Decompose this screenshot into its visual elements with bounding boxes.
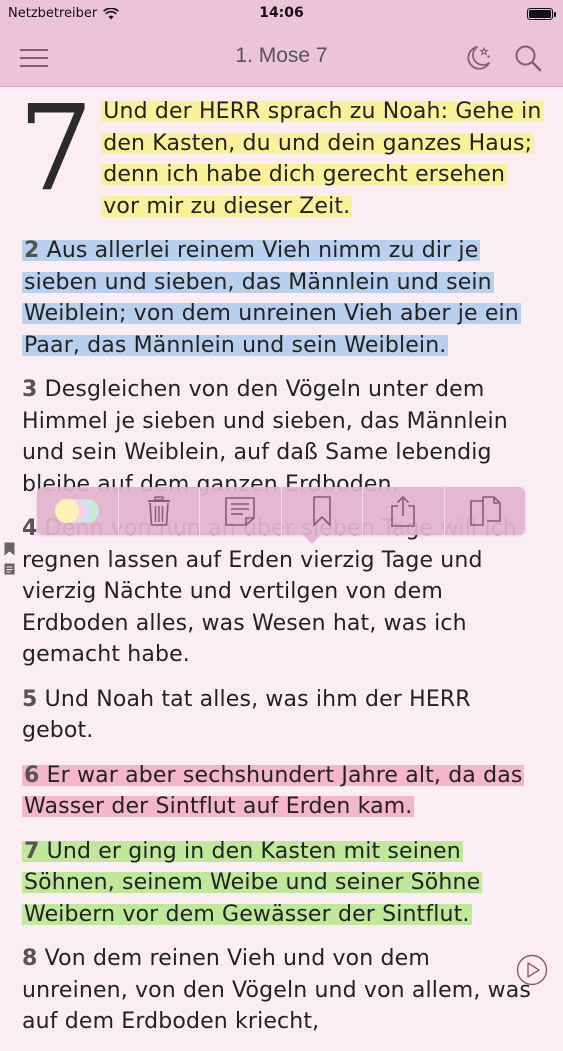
verse-number: 7 — [24, 838, 40, 864]
note-icon — [225, 497, 256, 526]
verse-text: Er war aber sechshundert Jahre alt, da d… — [24, 762, 523, 820]
note-button[interactable] — [200, 487, 282, 535]
verse-text: Denn von nun an über sieben Tage will ic… — [22, 516, 517, 667]
delete-button[interactable] — [119, 487, 200, 535]
copy-button[interactable] — [445, 487, 526, 535]
clock: 14:06 — [259, 5, 304, 21]
verse-5[interactable]: 5 Und Noah tat alles, was ihm der HERR g… — [22, 684, 542, 747]
verse-number: 5 — [22, 686, 38, 712]
bookmark-icon — [312, 496, 331, 526]
color-picker-button[interactable] — [37, 487, 119, 535]
chapter-text: 7 Und der HERR sprach zu Noah: Gehe in d… — [18, 89, 544, 1051]
verse-8[interactable]: 8 Von dem reinen Vieh und von dem unrein… — [22, 943, 542, 1038]
chapter-number-dropcap: 7 — [18, 79, 94, 217]
share-icon — [391, 495, 416, 527]
verse-text: Und er ging in den Kasten mit seinen Söh… — [24, 838, 481, 927]
verse-text: Von dem reinen Vieh und von dem unreinen… — [22, 946, 532, 1034]
bookmark-marker-icon[interactable] — [4, 542, 15, 556]
verse-3[interactable]: 3 Desgleichen von den Vögeln unter dem H… — [22, 374, 542, 500]
status-bar: Netzbetreiber 14:06 — [0, 0, 563, 28]
verse-number: 8 — [22, 946, 38, 971]
share-button[interactable] — [363, 487, 445, 535]
verse-text: Und der HERR sprach zu Noah: Gehe in den… — [101, 99, 544, 219]
verse-2[interactable]: 2 Aus allerlei reinem Vieh nimm zu dir j… — [22, 235, 542, 361]
play-audio-icon[interactable] — [516, 954, 548, 986]
search-icon[interactable] — [513, 43, 543, 73]
verse-4[interactable]: 4 Denn von nun an über sieben Tage will … — [22, 513, 542, 671]
verse-markers — [4, 542, 16, 575]
verse-number: 6 — [24, 762, 40, 788]
bookmark-button[interactable] — [282, 487, 363, 535]
verse-7[interactable]: 7 Und er ging in den Kasten mit seinen S… — [22, 836, 542, 931]
verse-text: Und Noah tat alles, was ihm der HERR geb… — [22, 686, 471, 744]
night-mode-icon[interactable] — [463, 43, 493, 73]
verse-1[interactable]: 7 Und der HERR sprach zu Noah: Gehe in d… — [18, 89, 544, 222]
verse-6[interactable]: 6 Er war aber sechshundert Jahre alt, da… — [22, 760, 542, 823]
verse-text: Aus allerlei reinem Vieh nimm zu dir je … — [24, 238, 519, 358]
copy-icon — [469, 496, 501, 526]
verse-number: 3 — [22, 377, 38, 402]
verse-text: Desgleichen von den Vögeln unter dem Him… — [22, 377, 508, 497]
note-marker-icon[interactable] — [4, 563, 15, 575]
verse-number: 2 — [24, 238, 40, 263]
color-swatches-icon — [55, 499, 100, 523]
battery-icon — [527, 8, 556, 20]
verse-number: 4 — [22, 516, 38, 541]
trash-icon — [147, 496, 170, 526]
verse-action-toolbar — [37, 487, 526, 544]
